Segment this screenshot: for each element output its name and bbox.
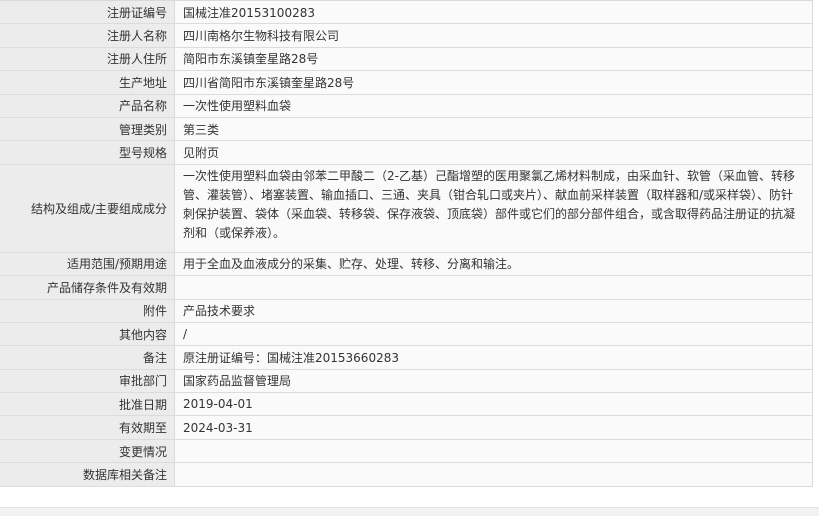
field-value: 见附页 xyxy=(175,141,812,164)
field-value xyxy=(175,463,812,486)
field-value: 国械注准20153100283 xyxy=(175,1,812,24)
field-label: 审批部门 xyxy=(0,369,175,393)
row-approval-date: 批准日期 2019-04-01 xyxy=(0,393,812,417)
field-value: 国家药品监督管理局 xyxy=(175,369,812,393)
field-label: 型号规格 xyxy=(0,141,175,164)
field-value: 产品技术要求 xyxy=(175,299,812,322)
field-value: 四川省简阳市东溪镇奎星路28号 xyxy=(175,71,812,94)
field-value: 用于全血及血液成分的采集、贮存、处理、转移、分离和输注。 xyxy=(175,252,812,276)
row-management-category: 管理类别 第三类 xyxy=(0,117,812,142)
row-registration-number: 注册证编号 国械注准20153100283 xyxy=(0,1,812,25)
field-label: 批准日期 xyxy=(0,393,175,416)
row-other-content: 其他内容 / xyxy=(0,322,812,347)
field-value: / xyxy=(175,322,812,346)
row-model-spec: 型号规格 见附页 xyxy=(0,141,812,165)
field-label: 变更情况 xyxy=(0,439,175,463)
row-database-notes: 数据库相关备注 xyxy=(0,463,812,487)
row-intended-use: 适用范围/预期用途 用于全血及血液成分的采集、贮存、处理、转移、分离和输注。 xyxy=(0,252,812,277)
field-value: 四川南格尔生物科技有限公司 xyxy=(175,24,812,47)
field-value: 原注册证编号：国械注准20153660283 xyxy=(175,346,812,369)
row-product-name: 产品名称 一次性使用塑料血袋 xyxy=(0,94,812,118)
registration-detail-table: 注册证编号 国械注准20153100283 注册人名称 四川南格尔生物科技有限公… xyxy=(0,0,813,487)
field-label: 备注 xyxy=(0,346,175,369)
field-label: 数据库相关备注 xyxy=(0,463,175,486)
row-approval-department: 审批部门 国家药品监督管理局 xyxy=(0,369,812,394)
field-label: 注册证编号 xyxy=(0,1,175,24)
row-registrant-name: 注册人名称 四川南格尔生物科技有限公司 xyxy=(0,24,812,48)
row-attachment: 附件 产品技术要求 xyxy=(0,299,812,323)
field-label: 注册人住所 xyxy=(0,47,175,71)
row-remarks: 备注 原注册证编号：国械注准20153660283 xyxy=(0,346,812,370)
field-label: 结构及组成/主要组成成分 xyxy=(0,164,175,252)
field-value xyxy=(175,276,812,299)
row-structure-composition: 结构及组成/主要组成成分 一次性使用塑料血袋由邻苯二甲酸二（2-乙基）己酯增塑的… xyxy=(0,164,812,253)
row-production-address: 生产地址 四川省简阳市东溪镇奎星路28号 xyxy=(0,71,812,95)
field-label: 有效期至 xyxy=(0,416,175,439)
row-registrant-address: 注册人住所 简阳市东溪镇奎星路28号 xyxy=(0,47,812,72)
field-label: 适用范围/预期用途 xyxy=(0,252,175,276)
field-value xyxy=(175,439,812,463)
field-value: 一次性使用塑料血袋 xyxy=(175,94,812,117)
row-valid-until: 有效期至 2024-03-31 xyxy=(0,416,812,440)
row-change-status: 变更情况 xyxy=(0,439,812,464)
field-label: 注册人名称 xyxy=(0,24,175,47)
field-value: 一次性使用塑料血袋由邻苯二甲酸二（2-乙基）己酯增塑的医用聚氯乙烯材料制成，由采… xyxy=(175,164,812,252)
field-label: 附件 xyxy=(0,299,175,322)
field-label: 产品名称 xyxy=(0,94,175,117)
field-label: 管理类别 xyxy=(0,117,175,141)
field-value: 第三类 xyxy=(175,117,812,141)
field-label: 其他内容 xyxy=(0,322,175,346)
field-label: 生产地址 xyxy=(0,71,175,94)
field-label: 产品储存条件及有效期 xyxy=(0,276,175,299)
field-value: 简阳市东溪镇奎星路28号 xyxy=(175,47,812,71)
field-value: 2024-03-31 xyxy=(175,416,812,439)
field-value: 2019-04-01 xyxy=(175,393,812,416)
row-storage-validity: 产品储存条件及有效期 xyxy=(0,276,812,300)
